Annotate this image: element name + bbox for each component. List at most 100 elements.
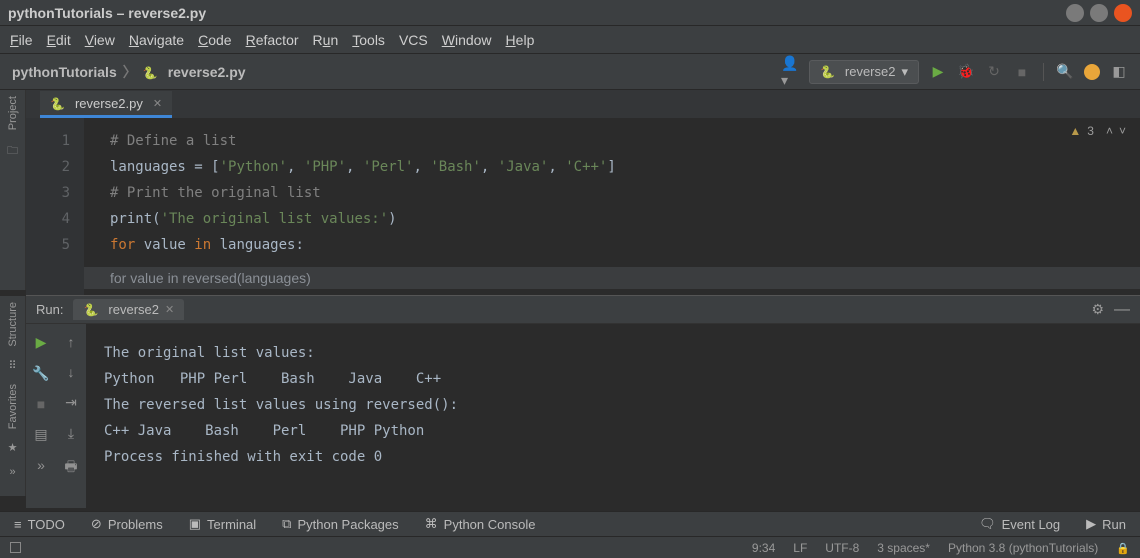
menu-tools[interactable]: Tools xyxy=(352,32,385,48)
user-add-icon[interactable]: 👤▾ xyxy=(781,63,799,81)
bottom-tool-bar: ≡TODO ⊘Problems ▣Terminal ⧉Python Packag… xyxy=(0,511,1140,536)
menu-window[interactable]: Window xyxy=(442,32,492,48)
editor-tab-reverse2[interactable]: reverse2.py ✕ xyxy=(40,91,172,118)
print-icon[interactable]: 🖶 xyxy=(64,456,77,480)
chevron-up-icon[interactable]: ˄ xyxy=(1106,124,1113,138)
ide-features-icon[interactable]: ◧ xyxy=(1110,63,1128,81)
menu-navigate[interactable]: Navigate xyxy=(129,32,184,48)
run-tab[interactable]: reverse2 ✕ xyxy=(73,299,184,320)
status-interpreter[interactable]: Python 3.8 (pythonTutorials) xyxy=(948,541,1098,555)
favorites-tool-tab[interactable]: Favorites xyxy=(7,384,19,429)
editor-area: reverse2.py ✕ 1 2 3 4 5 # Define a list … xyxy=(26,90,1140,296)
project-tool-tab[interactable]: Project xyxy=(7,96,19,130)
run-tool-window: Run: reverse2 ✕ ⚙ — ▶ 🔧 ■ ▤ » ↑ ↓ ⇥ ⤓ 🖶 … xyxy=(26,296,1140,508)
breadcrumb-file[interactable]: reverse2.py xyxy=(168,64,246,80)
warning-icon: ▲ xyxy=(1069,124,1081,138)
packages-icon: ⧉ xyxy=(282,516,291,532)
run-header: Run: reverse2 ✕ ⚙ — xyxy=(26,296,1140,324)
status-encoding[interactable]: UTF-8 xyxy=(825,541,859,555)
structure-tool-tab[interactable]: Structure xyxy=(7,302,19,347)
editor-gutter: 1 2 3 4 5 xyxy=(26,118,84,295)
close-tab-icon[interactable]: ✕ xyxy=(165,303,174,316)
title-bar: pythonTutorials – reverse2.py xyxy=(0,0,1140,26)
stop-icon[interactable]: ■ xyxy=(37,396,45,412)
menu-view[interactable]: View xyxy=(85,32,115,48)
console-tool[interactable]: ⌘Python Console xyxy=(425,516,536,532)
python-file-icon xyxy=(50,96,69,111)
run-output[interactable]: The original list values: Python PHP Per… xyxy=(86,324,1140,508)
debug-button[interactable]: 🐞 xyxy=(957,63,975,81)
run-configuration-name: reverse2 xyxy=(845,64,896,79)
list-icon: ≡ xyxy=(14,517,22,532)
python-file-icon xyxy=(143,64,162,80)
menu-code[interactable]: Code xyxy=(198,32,231,48)
play-icon: ▶ xyxy=(1086,516,1096,532)
status-caret-pos[interactable]: 9:34 xyxy=(752,541,775,555)
menu-vcs[interactable]: VCS xyxy=(399,32,428,48)
left-tool-rail-bottom: Structure ⠿ Favorites ★ » xyxy=(0,296,26,496)
more-icon[interactable]: » xyxy=(9,466,15,478)
scroll-to-end-icon[interactable]: ⤓ xyxy=(68,425,74,442)
todo-tool[interactable]: ≡TODO xyxy=(14,517,65,532)
python-file-icon xyxy=(820,64,839,79)
ide-update-icon[interactable] xyxy=(1084,64,1100,80)
wrench-icon[interactable]: 🔧 xyxy=(32,365,49,382)
window-minimize-button[interactable] xyxy=(1066,4,1084,22)
terminal-tool[interactable]: ▣Terminal xyxy=(189,516,256,532)
separator xyxy=(1043,63,1044,81)
eventlog-tool[interactable]: 🗨Event Log xyxy=(979,516,1060,532)
folder-icon[interactable]: 🗀 xyxy=(7,142,18,161)
menu-help[interactable]: Help xyxy=(506,32,535,48)
stop-button[interactable]: ■ xyxy=(1013,63,1031,81)
status-indent[interactable]: 3 spaces* xyxy=(877,541,930,555)
run-toolbar-left: ▶ 🔧 ■ ▤ » xyxy=(26,324,56,508)
window-title: pythonTutorials – reverse2.py xyxy=(8,5,206,21)
python-icon: ⌘ xyxy=(425,516,438,532)
status-line-ending[interactable]: LF xyxy=(793,541,807,555)
code-completion-hint[interactable]: for value in reversed(languages) xyxy=(84,267,1140,289)
breadcrumb[interactable]: pythonTutorials 〉 reverse2.py xyxy=(12,62,246,82)
breadcrumb-project[interactable]: pythonTutorials xyxy=(12,64,117,80)
editor-inspections[interactable]: ▲ 3 ˄ ˅ xyxy=(1069,124,1126,138)
problems-tool[interactable]: ⊘Problems xyxy=(91,516,163,532)
rerun-icon[interactable]: ▶ xyxy=(36,334,47,351)
menu-bar: File Edit View Navigate Code Refactor Ru… xyxy=(0,26,1140,54)
python-file-icon xyxy=(83,302,102,317)
window-maximize-button[interactable] xyxy=(1090,4,1108,22)
hide-panel-icon[interactable]: — xyxy=(1114,301,1130,319)
problems-icon: ⊘ xyxy=(91,516,102,532)
soft-wrap-icon[interactable]: ⇥ xyxy=(65,394,77,411)
run-tab-label: reverse2 xyxy=(108,302,159,317)
terminal-icon: ▣ xyxy=(189,516,201,532)
run-configuration-selector[interactable]: reverse2 ▾ xyxy=(809,60,919,84)
run-toolbar-nav: ↑ ↓ ⇥ ⤓ 🖶 xyxy=(56,324,86,508)
run-button[interactable]: ▶ xyxy=(929,63,947,81)
structure-icon: ⠿ xyxy=(8,359,16,372)
editor-tab-label: reverse2.py xyxy=(75,96,143,111)
menu-run[interactable]: Run xyxy=(313,32,339,48)
chevron-down-icon: ▾ xyxy=(901,64,908,80)
star-icon: ★ xyxy=(8,441,18,454)
readonly-lock-icon[interactable] xyxy=(1116,541,1130,555)
coverage-button[interactable]: ↻ xyxy=(985,63,1003,81)
tool-windows-icon[interactable] xyxy=(10,542,21,553)
run-tool-tab[interactable]: ▶Run xyxy=(1086,516,1126,532)
chevron-down-icon[interactable]: ˅ xyxy=(1119,124,1126,138)
left-tool-rail-top: Project 🗀 xyxy=(0,90,26,290)
navigation-bar: pythonTutorials 〉 reverse2.py 👤▾ reverse… xyxy=(0,54,1140,90)
menu-refactor[interactable]: Refactor xyxy=(246,32,299,48)
menu-file[interactable]: File xyxy=(10,32,33,48)
search-icon[interactable]: 🔍 xyxy=(1056,63,1074,81)
close-tab-icon[interactable]: ✕ xyxy=(153,97,162,110)
window-close-button[interactable] xyxy=(1114,4,1132,22)
menu-edit[interactable]: Edit xyxy=(47,32,71,48)
layout-icon[interactable]: ▤ xyxy=(34,426,47,443)
warning-count: 3 xyxy=(1087,124,1094,138)
up-arrow-icon[interactable]: ↑ xyxy=(68,334,75,350)
down-arrow-icon[interactable]: ↓ xyxy=(68,364,75,380)
editor-tabs: reverse2.py ✕ xyxy=(26,90,1140,118)
eventlog-icon: 🗨 xyxy=(979,516,996,532)
packages-tool[interactable]: ⧉Python Packages xyxy=(282,516,398,532)
settings-icon[interactable]: ⚙ xyxy=(1091,301,1104,318)
more-icon[interactable]: » xyxy=(37,457,45,473)
